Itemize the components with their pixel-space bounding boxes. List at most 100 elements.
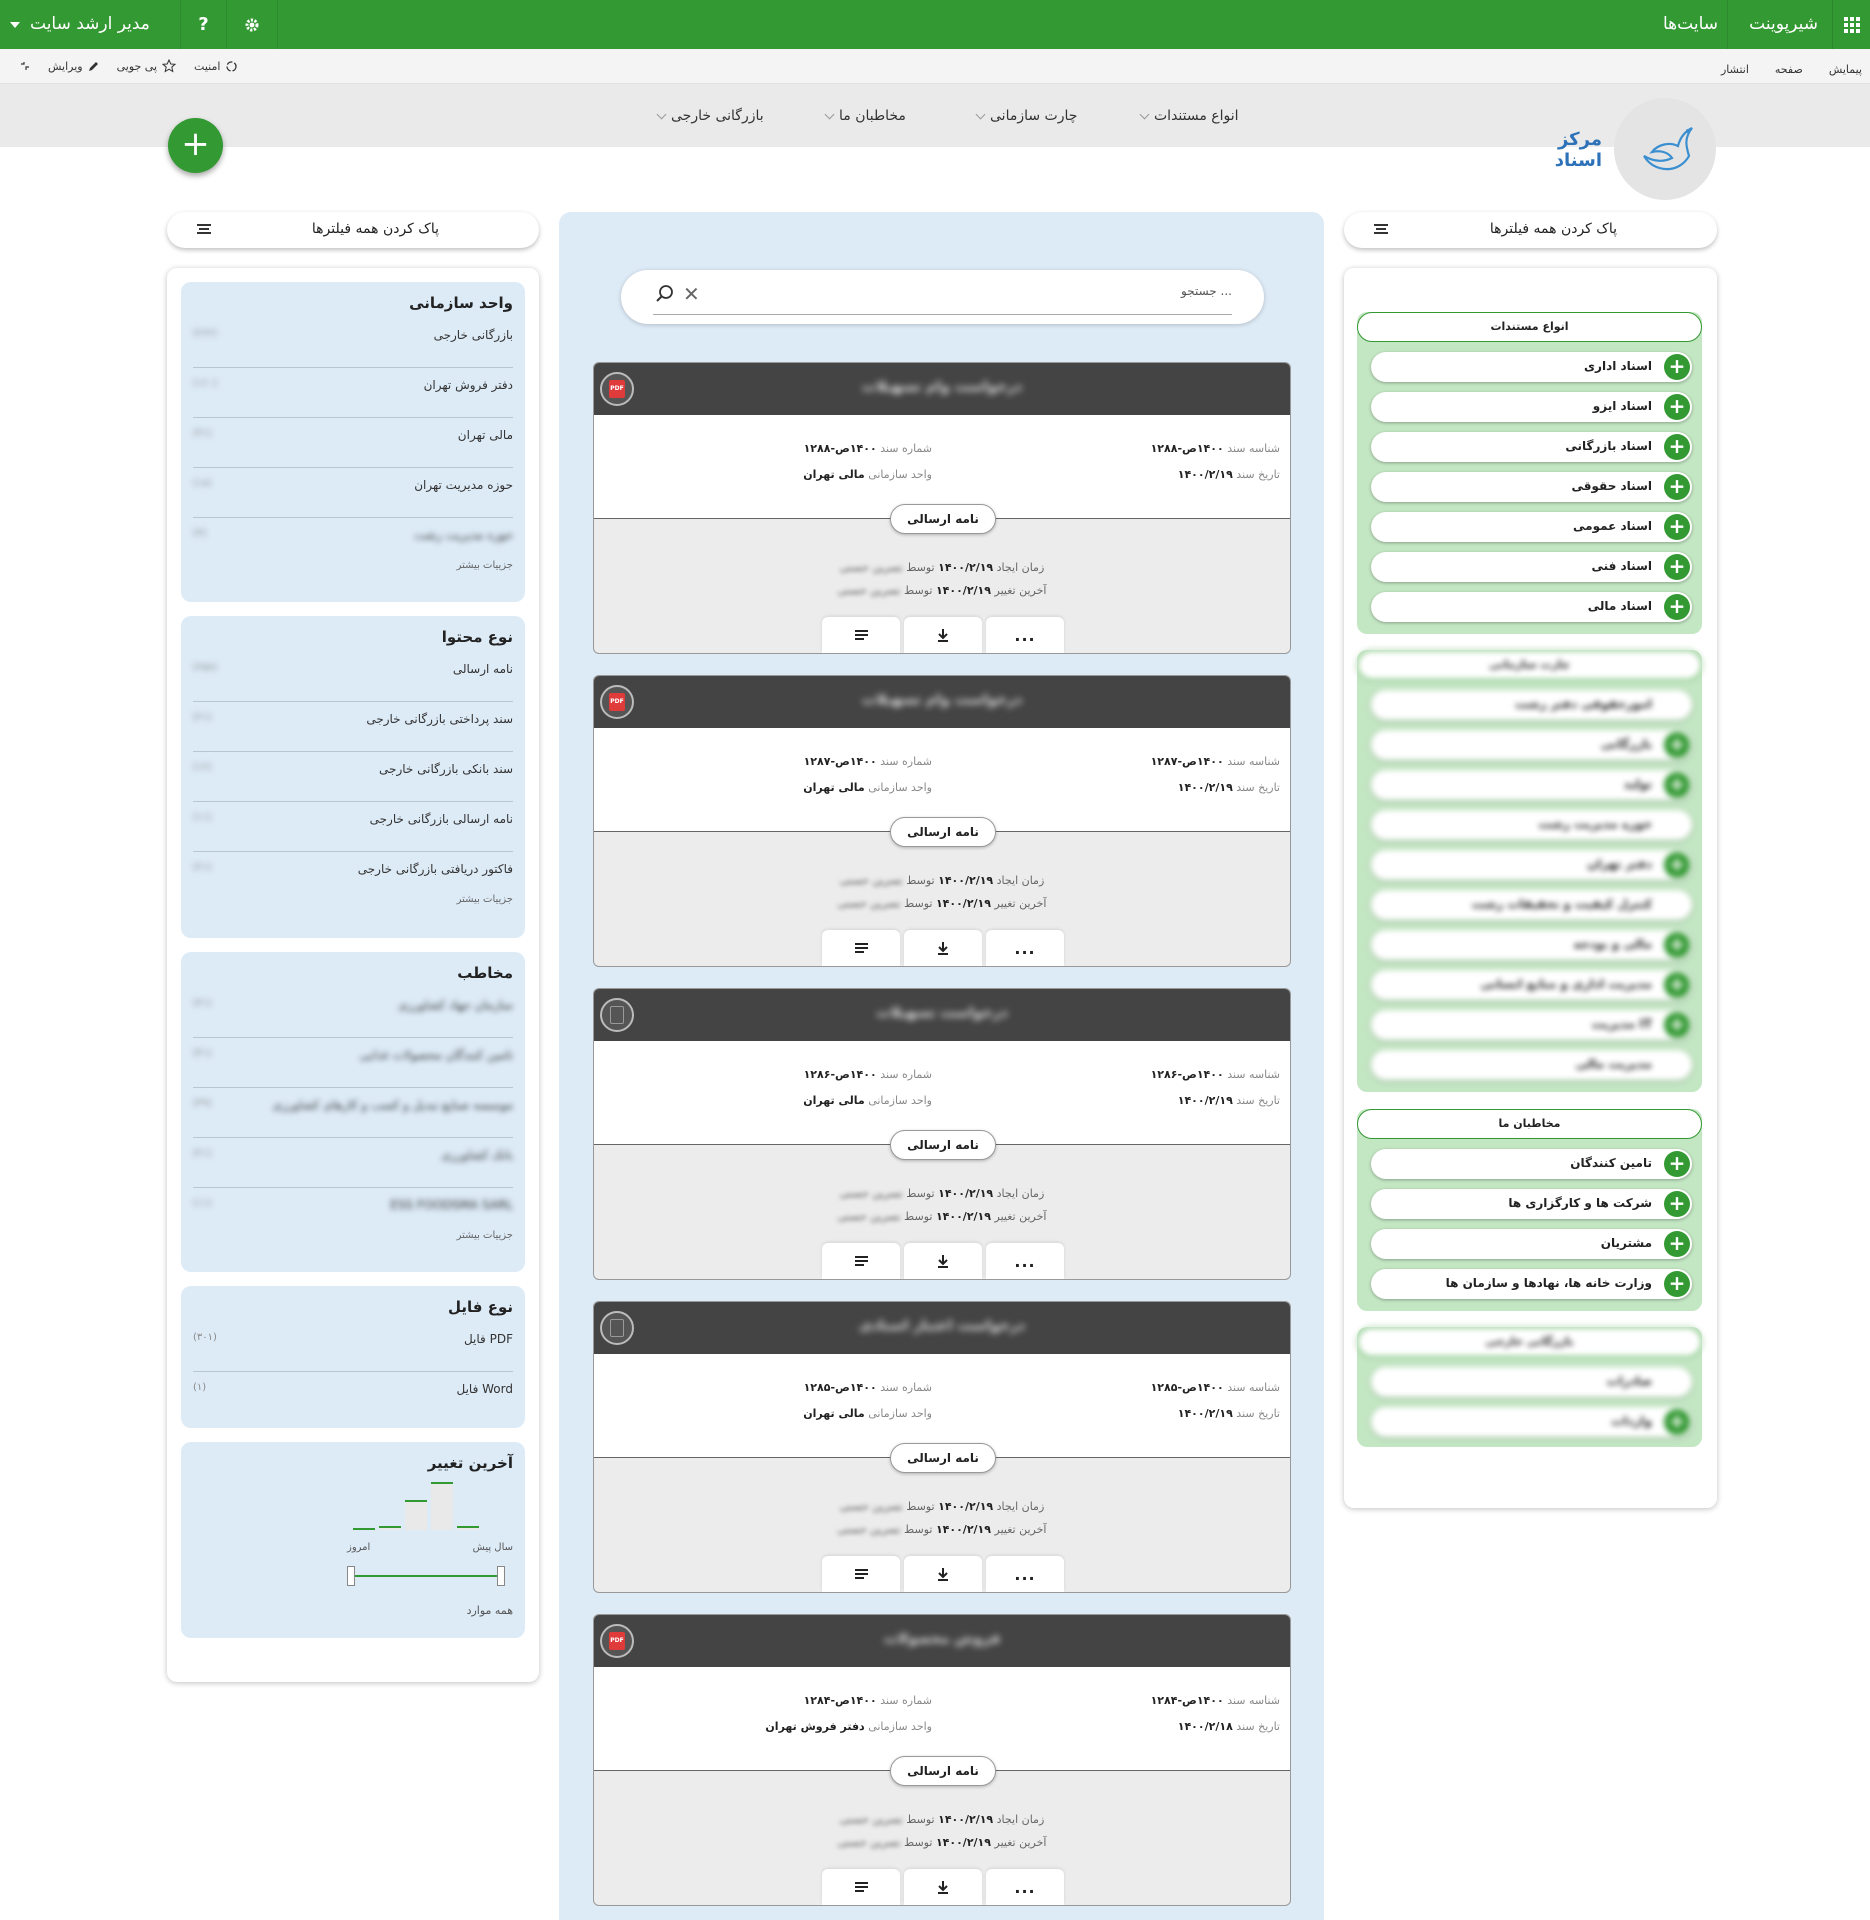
document-card[interactable]: درخواست اعتبار اسنادی شناسه سند ۱۴۰۰ص-۱۲۸… (593, 1301, 1291, 1593)
facet-item[interactable]: + واردات (1371, 1407, 1692, 1437)
filter-item[interactable]: دفتر فروش تهران (۱۶۰) (193, 368, 513, 418)
facet-item[interactable]: + اسناد اداری (1371, 352, 1692, 382)
filter-item[interactable]: سازمان جهاد کشاورزی (۳۱) (193, 988, 513, 1038)
clear-search-icon[interactable]: ✕ (683, 282, 700, 306)
facet-item[interactable]: مدیریت مالی (1371, 1050, 1692, 1080)
expand-plus-icon[interactable]: + (1664, 434, 1690, 460)
facet-item[interactable]: + اسناد حقوقی (1371, 472, 1692, 502)
download-button[interactable] (904, 617, 982, 653)
expand-plus-icon[interactable]: + (1664, 394, 1690, 420)
site-title[interactable]: مرکز اسناد (1520, 129, 1602, 171)
expand-plus-icon[interactable]: + (1664, 594, 1690, 620)
more-details-link[interactable]: جزییات بیشتر (193, 554, 513, 581)
document-card[interactable]: PDF درخواست وام تسهیلات شناسه سند ۱۴۰۰ص-۱۲… (593, 362, 1291, 654)
document-card[interactable]: درخواست تسهیلات شناسه سند ۱۴۰۰ص-۱۲۸۶ تاریخ… (593, 988, 1291, 1280)
all-items-link[interactable]: همه موارد (467, 1604, 513, 1617)
download-button[interactable] (904, 1243, 982, 1279)
filter-item[interactable]: فایل Word (۱) (193, 1372, 513, 1422)
filter-item[interactable]: مالی تهران (۳۱) (193, 418, 513, 468)
facet-item[interactable]: + وزارت خانه ها، نهادها و سازمان ها (1371, 1269, 1692, 1299)
nav-audiences[interactable]: مخاطبان ما (824, 108, 906, 124)
details-button[interactable] (822, 930, 900, 966)
filter-item[interactable]: بازرگانی خارجی (۲۶۲) (193, 318, 513, 368)
edit-button[interactable]: ویرایش (48, 60, 99, 73)
expand-plus-icon[interactable]: + (1664, 852, 1690, 878)
tab-publish[interactable]: انتشار (1721, 63, 1749, 76)
facet-item[interactable]: + اسناد مالی (1371, 592, 1692, 622)
expand-plus-icon[interactable]: + (1664, 1012, 1690, 1038)
app-launcher-button[interactable] (1832, 0, 1870, 49)
nav-org-chart[interactable]: چارت سازمانی (975, 108, 1077, 124)
nav-foreign-trade[interactable]: بازرگانی خارجی (656, 108, 764, 124)
expand-plus-icon[interactable]: + (1664, 1409, 1690, 1435)
card-title[interactable]: درخواست وام تسهیلات (594, 692, 1290, 708)
facet-item[interactable]: امورحقوقی دفتر رشت (1371, 690, 1692, 720)
expand-plus-icon[interactable]: + (1664, 354, 1690, 380)
filter-item[interactable]: فاکتور دریافتی بازرگانی خارجی (۲۱) (193, 852, 513, 888)
slider-handle-start[interactable] (347, 1566, 355, 1586)
facet-item[interactable]: صادرات (1371, 1367, 1692, 1397)
search-box[interactable]: جستجو ... ✕ (621, 270, 1264, 324)
more-options-button[interactable]: ... (986, 1556, 1064, 1592)
expand-plus-icon[interactable]: + (1664, 1151, 1690, 1177)
facet-item[interactable]: + شرکت ها و کارگزاری ها (1371, 1189, 1692, 1219)
facet-item[interactable]: + مالی و بودجه (1371, 930, 1692, 960)
expand-plus-icon[interactable]: + (1664, 1271, 1690, 1297)
clear-filters-right[interactable]: پاک کردن همه فیلترها (1344, 212, 1717, 248)
document-card[interactable]: PDF فروش محصولات شناسه سند ۱۴۰۰ص-۱۲۸۴ تاریخ… (593, 1614, 1291, 1906)
facet-item[interactable]: + مدیریت IT (1371, 1010, 1692, 1040)
facet-item[interactable]: + بازرگانی (1371, 730, 1692, 760)
follow-button[interactable]: پی جویی (117, 59, 177, 73)
facet-group-title[interactable]: مخاطبان ما (1357, 1109, 1702, 1139)
add-document-button[interactable]: + (168, 118, 223, 173)
more-details-link[interactable]: جزییات بیشتر (193, 1224, 513, 1251)
search-icon[interactable] (655, 284, 675, 304)
filter-item[interactable]: نامه ارسالی (۲۵۸) (193, 652, 513, 702)
nav-doc-types[interactable]: انواع مستندات (1139, 108, 1239, 124)
facet-item[interactable]: کنترل کیفیت و تحقیقات رشت (1371, 890, 1692, 920)
filter-item[interactable]: حوزه مدیریت تهران (۱۸) (193, 468, 513, 518)
expand-plus-icon[interactable]: + (1664, 772, 1690, 798)
card-title[interactable]: درخواست اعتبار اسنادی (594, 1318, 1290, 1334)
slider-handle-end[interactable] (497, 1566, 505, 1586)
filter-item[interactable]: حوزه مدیریت رشت (۳) (193, 518, 513, 554)
more-details-link[interactable]: جزییات بیشتر (193, 888, 513, 915)
expand-plus-icon[interactable]: + (1664, 1191, 1690, 1217)
filter-item[interactable]: سند پرداختی بازرگانی خارجی (۲۱) (193, 702, 513, 752)
facet-item[interactable]: + مشتریان (1371, 1229, 1692, 1259)
facet-item[interactable]: + مدیریت اداری و منابع انسانی (1371, 970, 1692, 1000)
more-options-button[interactable]: ... (986, 617, 1064, 653)
facet-item[interactable]: + اسناد بازرگانی (1371, 432, 1692, 462)
help-button[interactable]: ? (180, 0, 226, 49)
expand-plus-icon[interactable]: + (1664, 972, 1690, 998)
expand-plus-icon[interactable]: + (1664, 554, 1690, 580)
expand-plus-icon[interactable]: + (1664, 514, 1690, 540)
filter-item[interactable]: ESS FOODSMA SARL (۱۱) (193, 1188, 513, 1224)
filter-item[interactable]: تامین کنندگان محصولات غذایی (۴۱) (193, 1038, 513, 1088)
facet-group-title[interactable]: انواع مستندات (1357, 312, 1702, 342)
details-button[interactable] (822, 1556, 900, 1592)
filter-item[interactable]: سند بانکی بازرگانی خارجی (۱۲) (193, 752, 513, 802)
facet-item[interactable]: + اسناد عمومی (1371, 512, 1692, 542)
clear-filters-left[interactable]: پاک کردن همه فیلترها (167, 212, 539, 248)
expand-plus-icon[interactable]: + (1664, 474, 1690, 500)
card-title[interactable]: درخواست تسهیلات (594, 1005, 1290, 1021)
expand-plus-icon[interactable]: + (1664, 1231, 1690, 1257)
search-input[interactable]: جستجو ... (1181, 284, 1232, 298)
facet-item[interactable]: حوزه مدیریت رشت (1371, 810, 1692, 840)
download-button[interactable] (904, 1556, 982, 1592)
download-button[interactable] (904, 1869, 982, 1905)
tab-browse[interactable]: پیمایش (1829, 63, 1862, 76)
site-logo[interactable] (1614, 98, 1716, 200)
facet-group-title[interactable]: بازرگانی خارجی (1357, 1327, 1702, 1357)
filter-item[interactable]: موسسه صنایع تبدیل و کسب و کارهای کشاورزی… (193, 1088, 513, 1138)
facet-item[interactable]: + اسناد فنی (1371, 552, 1692, 582)
facet-item[interactable]: + تولید (1371, 770, 1692, 800)
facet-item[interactable]: + اسناد ایزو (1371, 392, 1692, 422)
document-card[interactable]: PDF درخواست وام تسهیلات شناسه سند ۱۴۰۰ص-۱۲… (593, 675, 1291, 967)
expand-plus-icon[interactable]: + (1664, 932, 1690, 958)
focus-button[interactable] (20, 61, 30, 71)
details-button[interactable] (822, 1869, 900, 1905)
settings-button[interactable] (226, 0, 278, 49)
more-options-button[interactable]: ... (986, 1243, 1064, 1279)
